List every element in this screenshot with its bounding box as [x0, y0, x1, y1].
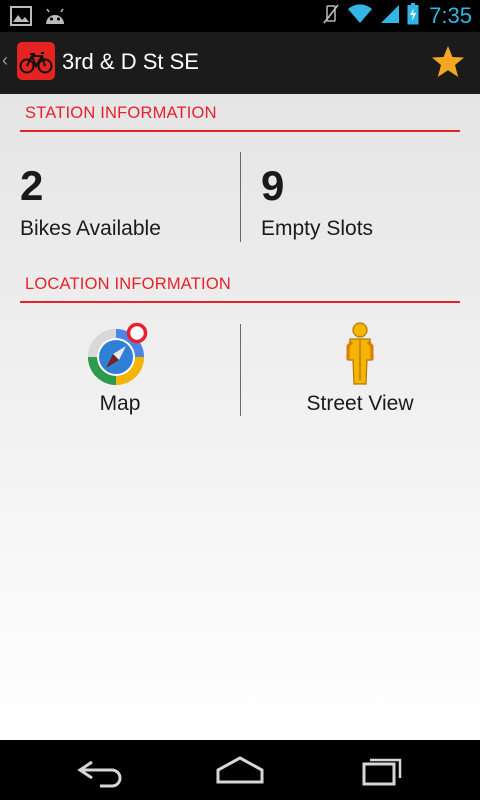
- street-view-label: Street View: [306, 392, 414, 415]
- station-information-title: STATION INFORMATION: [25, 104, 217, 122]
- vibrate-off-icon: [321, 3, 341, 30]
- wifi-icon: [347, 3, 373, 29]
- street-view-button[interactable]: Street View: [260, 322, 460, 432]
- android-debug-icon: [44, 6, 66, 31]
- status-clock: 7:35: [429, 3, 472, 28]
- status-bar: 7:35: [0, 0, 480, 32]
- empty-slots-label: Empty Slots: [261, 217, 374, 240]
- bikes-available-count: 2: [20, 162, 44, 209]
- home-icon: [216, 756, 264, 784]
- station-information-header: STATION INFORMATION: [20, 94, 460, 132]
- up-caret-icon: ‹: [2, 50, 8, 70]
- location-information-title: LOCATION INFORMATION: [25, 275, 231, 293]
- map-label: Map: [99, 392, 141, 415]
- page-title: 3rd & D St SE: [62, 49, 199, 74]
- station-detail-content: STATION INFORMATION 2 Bikes Available 9 …: [0, 94, 480, 740]
- recent-apps-button[interactable]: [350, 752, 410, 788]
- signal-icon: [379, 4, 401, 29]
- bike-icon: [17, 42, 55, 80]
- battery-icon: [407, 2, 419, 30]
- navigation-bar: [0, 740, 480, 800]
- action-bar: ‹ 3rd & D St SE: [0, 32, 480, 94]
- favorite-button[interactable]: [430, 44, 466, 80]
- maps-compass-icon: [88, 322, 148, 385]
- empty-slots-count: 9: [261, 162, 285, 209]
- stat-divider: [240, 152, 241, 242]
- location-divider: [240, 324, 241, 416]
- home-button[interactable]: [210, 752, 270, 788]
- pegman-icon: [346, 322, 374, 385]
- bikes-available-label: Bikes Available: [20, 217, 161, 240]
- recents-icon: [362, 758, 402, 786]
- back-icon: [77, 760, 122, 788]
- location-information-header: LOCATION INFORMATION: [20, 265, 460, 303]
- up-navigation-button[interactable]: ‹: [0, 32, 58, 94]
- favorite-star-icon: [432, 46, 464, 77]
- back-button[interactable]: [70, 752, 130, 788]
- gallery-icon: [10, 6, 32, 31]
- map-button[interactable]: Map: [20, 322, 220, 432]
